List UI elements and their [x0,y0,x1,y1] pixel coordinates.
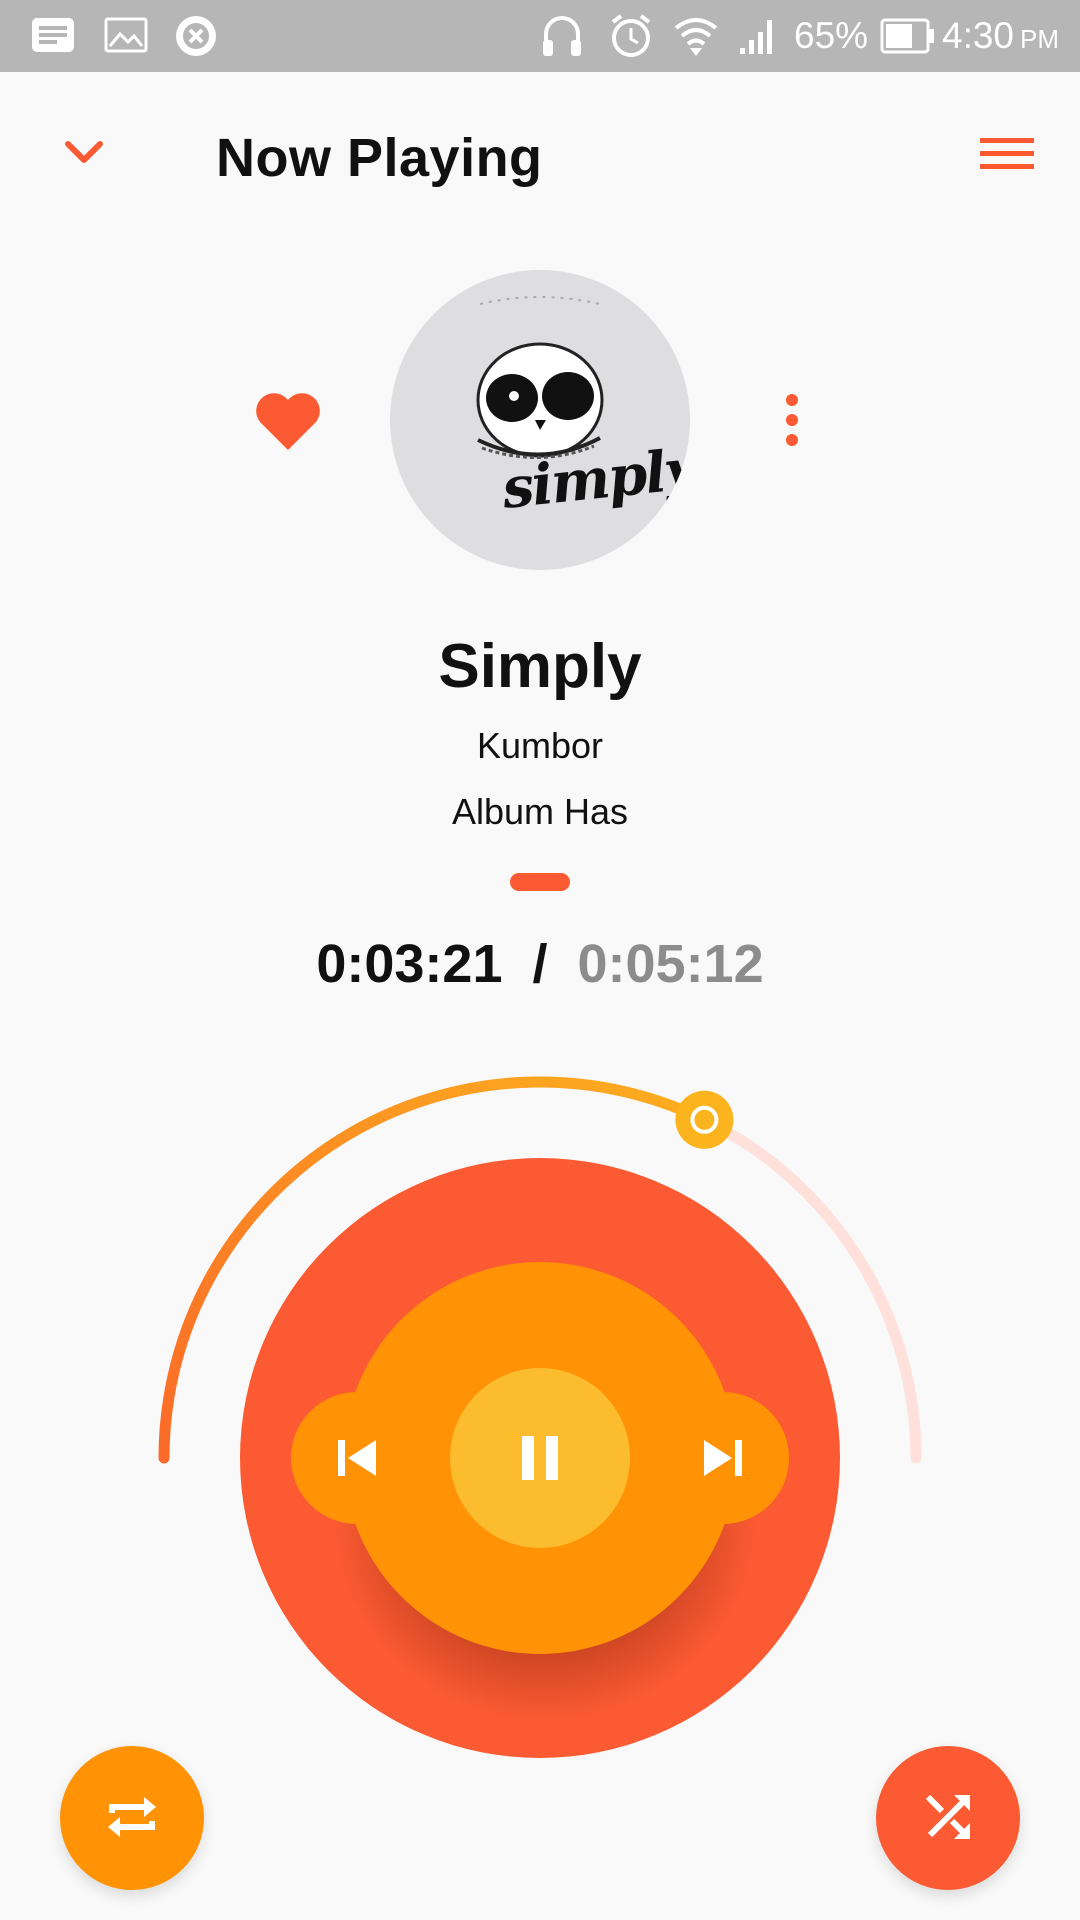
skull-logo-icon [476,296,604,460]
chevron-down-icon [52,141,116,183]
next-button[interactable] [663,1398,783,1518]
message-icon [30,16,76,59]
drag-handle[interactable] [510,873,570,891]
battery-percent: 65% [794,15,869,56]
collapse-button[interactable] [52,130,116,180]
headphones-icon [540,12,584,65]
album-art: simply [390,270,690,570]
heart-icon [252,393,324,457]
status-bar: 65% 4:30 PM [0,0,1080,72]
clock: 4:30 PM [942,14,1059,61]
total-time: 0:05:12 [577,934,764,994]
repeat-icon [102,1787,162,1850]
repeat-button[interactable] [60,1746,204,1890]
seek-handle[interactable] [675,1090,734,1149]
image-icon [104,16,148,59]
clock-ampm: PM [1020,24,1060,54]
alarm-icon [608,12,654,65]
shuffle-button[interactable] [876,1746,1020,1890]
signal-icon [738,14,778,61]
page-title: Now Playing [216,128,543,188]
shuffle-icon [918,1787,978,1850]
pause-button[interactable] [450,1368,630,1548]
elapsed-time: 0:03:21 [316,934,503,994]
blocked-icon [174,14,218,63]
menu-button[interactable] [968,128,1040,188]
more-vertical-icon [774,394,810,453]
previous-button[interactable] [297,1398,417,1518]
time-separator: / [532,934,548,994]
playback-time: 0:03:21 / 0:05:12 [0,932,1080,996]
app-bar: Now Playing [0,72,1080,242]
wifi-icon [672,12,720,65]
track-title: Simply [438,632,642,701]
favorite-button[interactable] [252,388,324,454]
menu-icon [968,138,1040,191]
more-button[interactable] [774,390,810,450]
clock-time: 4:30 [942,15,1015,56]
battery-icon [880,18,936,59]
track-artist: Kumbor [476,725,604,766]
track-album: Album Has [451,791,629,832]
player-dial [158,1076,922,1758]
